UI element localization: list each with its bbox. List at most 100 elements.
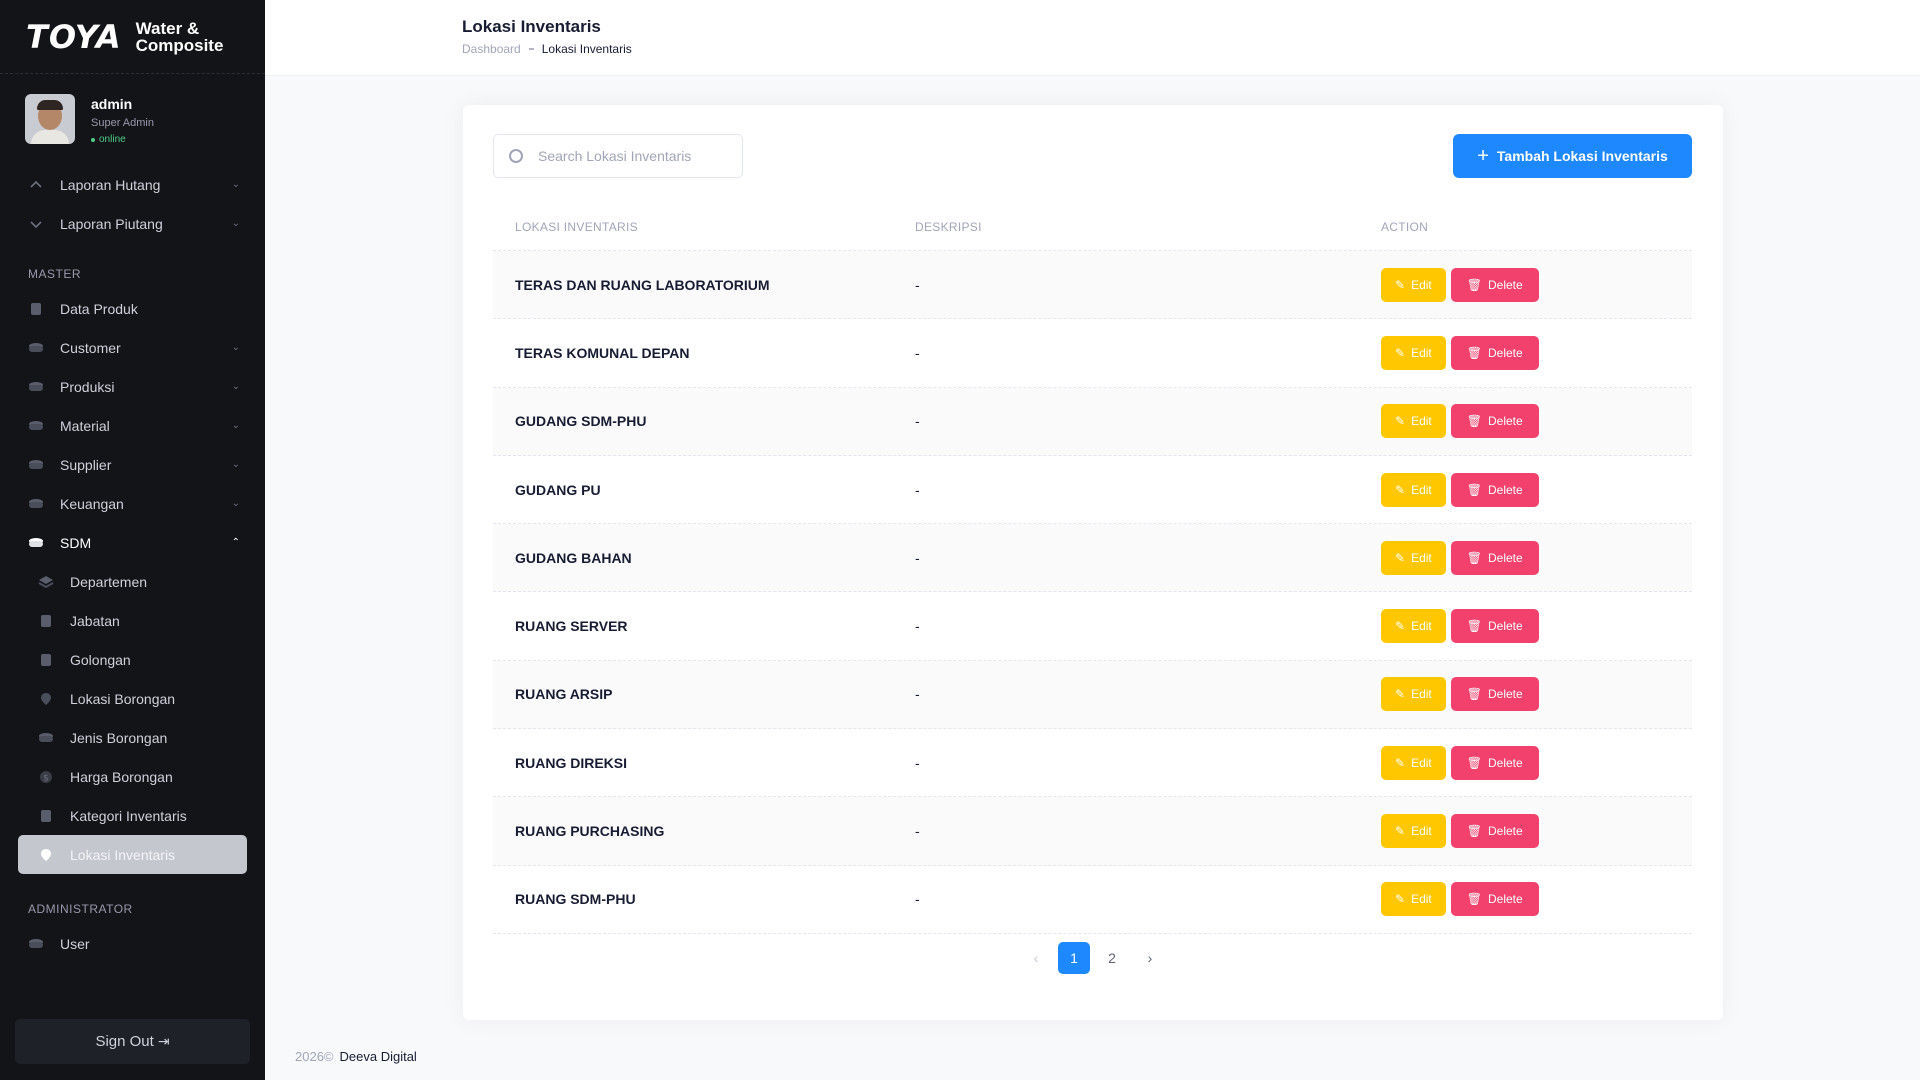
edit-button[interactable]: ✎ Edit (1381, 472, 1446, 507)
cell-deskripsi: - (915, 823, 920, 840)
sidebar-item-keuangan[interactable]: Keuangan ⌄ (0, 484, 265, 523)
delete-button[interactable]: 🗑 Delete (1450, 404, 1539, 439)
chevron-down-icon: ⌄ (231, 179, 240, 190)
sidebar-item-laporan-hutang[interactable]: Laporan Hutang ⌄ (0, 165, 265, 204)
stack-icon (28, 535, 44, 551)
pagination-page-1[interactable]: 1 (1058, 942, 1090, 974)
chart-up-icon (28, 177, 44, 193)
layers-icon (38, 574, 54, 590)
delete-button[interactable]: 🗑 Delete (1450, 609, 1539, 644)
sidebar-item-jenis-borongan[interactable]: Jenis Borongan (0, 718, 265, 757)
delete-button[interactable]: 🗑 Delete (1450, 677, 1539, 712)
table-header: LOKASI INVENTARIS DESKRIPSI ACTION (493, 204, 1692, 251)
breadcrumb-dashboard[interactable]: Dashboard (462, 42, 521, 56)
table-body: TERAS DAN RUANG LABORATORIUM - ✎ Edit 🗑 Delet… (493, 251, 1692, 934)
footer-brand-link[interactable]: Deeva Digital (340, 1049, 417, 1064)
box-icon (38, 652, 54, 668)
search-icon (509, 149, 523, 163)
edit-button[interactable]: ✎ Edit (1381, 882, 1446, 917)
cell-deskripsi: - (915, 754, 920, 771)
sidebar-item-material[interactable]: Material ⌄ (0, 406, 265, 445)
box-icon (28, 301, 44, 317)
edit-button[interactable]: ✎ Edit (1381, 745, 1446, 780)
search-box[interactable] (493, 134, 743, 178)
sidebar-item-user[interactable]: User (0, 924, 265, 963)
delete-button[interactable]: 🗑 Delete (1450, 267, 1539, 302)
box-icon (38, 613, 54, 629)
sidebar-item-kategori-inventaris[interactable]: Kategori Inventaris (0, 796, 265, 835)
avatar[interactable] (25, 94, 75, 144)
edit-button[interactable]: ✎ Edit (1381, 335, 1446, 370)
edit-button[interactable]: ✎ Edit (1381, 677, 1446, 712)
table-row: GUDANG BAHAN - ✎ Edit 🗑 Delete (493, 524, 1692, 593)
chevron-down-icon: ⌄ (231, 218, 240, 229)
user-name: admin (91, 96, 133, 112)
cell-action: ✎ Edit 🗑 Delete (1381, 814, 1692, 849)
chevron-down-icon: ⌄ (231, 381, 240, 392)
sidebar-item-lokasi-borongan[interactable]: Lokasi Borongan (0, 679, 265, 718)
edit-button[interactable]: ✎ Edit (1381, 609, 1446, 644)
sign-out-button[interactable]: Sign Out ⇥ (15, 1019, 250, 1064)
cell-lokasi: RUANG ARSIP (515, 686, 613, 703)
user-role: Super Admin (91, 117, 154, 129)
sidebar-item-jabatan[interactable]: Jabatan (0, 601, 265, 640)
sign-out-icon: ⇥ (157, 1033, 170, 1049)
column-header-deskripsi[interactable]: DESKRIPSI (915, 220, 1381, 234)
cell-lokasi: RUANG SERVER (515, 618, 628, 635)
pagination-next-button[interactable]: › (1134, 942, 1166, 974)
sidebar-item-customer[interactable]: Customer ⌄ (0, 328, 265, 367)
pagination-prev-button[interactable]: ‹ (1020, 942, 1052, 974)
edit-button[interactable]: ✎ Edit (1381, 540, 1446, 575)
delete-button[interactable]: 🗑 Delete (1450, 745, 1539, 780)
delete-button[interactable]: 🗑 Delete (1450, 814, 1539, 849)
cell-lokasi: RUANG DIREKSI (515, 754, 628, 771)
dollar-icon: $ (38, 769, 54, 785)
sidebar-item-golongan[interactable]: Golongan (0, 640, 265, 679)
sidebar-item-departemen[interactable]: Departemen (0, 562, 265, 601)
brand-subtitle-line2: Composite (135, 35, 224, 55)
brand[interactable]: TOYA Water & Composite (0, 0, 265, 74)
sidebar-master-menu: Data Produk Customer ⌄ Produksi ⌄ Materi… (0, 289, 265, 562)
stack-icon (28, 936, 44, 952)
delete-button[interactable]: 🗑 Delete (1450, 335, 1539, 370)
pagination-page-2[interactable]: 2 (1096, 942, 1128, 974)
table-row: RUANG SDM-PHU - ✎ Edit 🗑 Delete (493, 866, 1692, 934)
status-dot-icon (91, 137, 95, 142)
edit-button[interactable]: ✎ Edit (1381, 814, 1446, 849)
column-header-lokasi[interactable]: LOKASI INVENTARIS (493, 220, 915, 234)
breadcrumb: Dashboard Lokasi Inventaris (462, 42, 632, 56)
cell-deskripsi: - (915, 413, 920, 430)
sidebar-item-produksi[interactable]: Produksi ⌄ (0, 367, 265, 406)
edit-button[interactable]: ✎ Edit (1381, 404, 1446, 439)
delete-button[interactable]: 🗑 Delete (1450, 540, 1539, 575)
cell-action: ✎ Edit 🗑 Delete (1381, 335, 1692, 370)
stack-icon (38, 730, 54, 746)
add-lokasi-inventaris-button[interactable]: + Tambah Lokasi Inventaris (1453, 134, 1692, 178)
cell-action: ✎ Edit 🗑 Delete (1381, 609, 1692, 644)
chevron-down-icon: ⌄ (231, 420, 240, 431)
trash-icon: 🗑 (1466, 687, 1482, 702)
sidebar-sdm-submenu: Departemen Jabatan Golongan Lokasi Boron… (0, 562, 265, 874)
delete-button[interactable]: 🗑 Delete (1450, 472, 1539, 507)
cell-action: ✎ Edit 🗑 Delete (1381, 267, 1692, 302)
sidebar-item-sdm[interactable]: SDM ⌃ (0, 523, 265, 562)
cell-action: ✎ Edit 🗑 Delete (1381, 677, 1692, 712)
cell-deskripsi: - (915, 618, 920, 635)
column-header-action: ACTION (1381, 220, 1429, 234)
table-row: GUDANG PU - ✎ Edit 🗑 Delete (493, 456, 1692, 525)
sidebar-item-supplier[interactable]: Supplier ⌄ (0, 445, 265, 484)
edit-button[interactable]: ✎ Edit (1381, 267, 1446, 302)
delete-button[interactable]: 🗑 Delete (1450, 882, 1539, 917)
sidebar-item-laporan-piutang[interactable]: Laporan Piutang ⌄ (0, 204, 265, 243)
stack-icon (28, 496, 44, 512)
box-icon (38, 808, 54, 824)
cell-deskripsi: - (915, 276, 920, 293)
sidebar-item-data-produk[interactable]: Data Produk (0, 289, 265, 328)
svg-text:$: $ (43, 773, 49, 783)
sidebar-item-harga-borongan[interactable]: $ Harga Borongan (0, 757, 265, 796)
chart-down-icon (28, 216, 44, 232)
search-input[interactable] (538, 148, 718, 164)
stack-icon (28, 379, 44, 395)
sidebar-item-lokasi-inventaris[interactable]: Lokasi Inventaris (18, 835, 247, 874)
cell-lokasi: RUANG SDM-PHU (515, 891, 636, 908)
